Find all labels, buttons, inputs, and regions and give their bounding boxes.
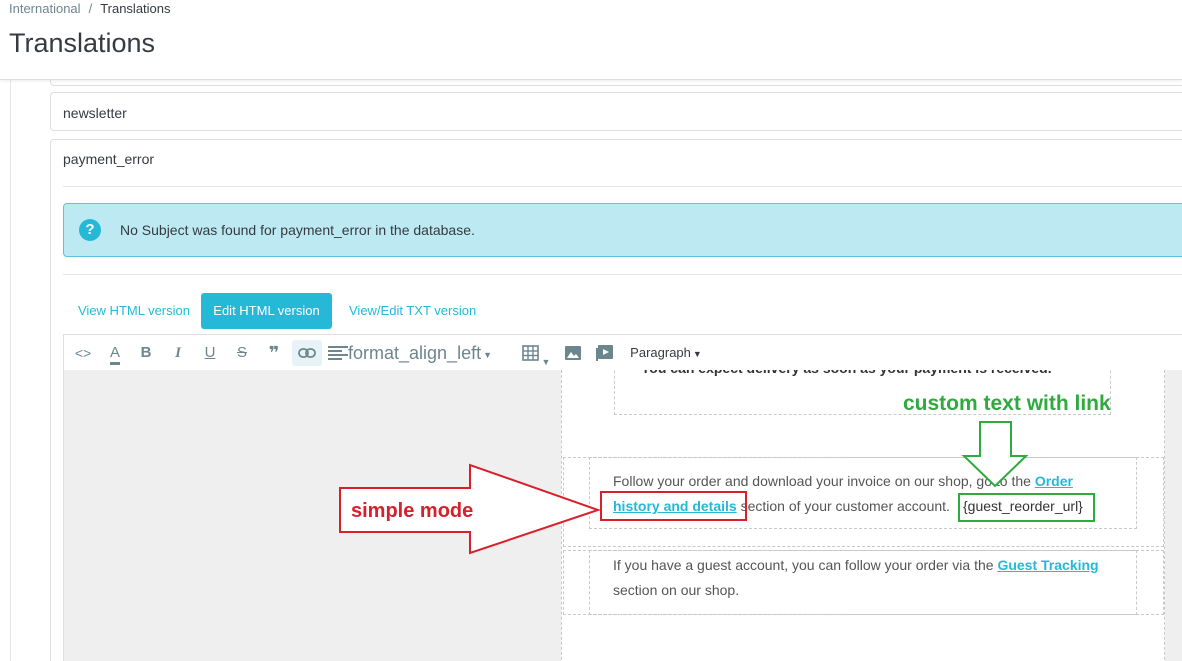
annotation-red-highlight: [600, 491, 747, 521]
breadcrumb-separator: /: [88, 1, 93, 16]
breadcrumb-current: Translations: [100, 1, 171, 16]
annotation-simple-mode: simple mode: [351, 500, 474, 522]
page-header: International / Translations Translations: [0, 0, 1182, 80]
annotation-custom-text: custom text with link: [903, 392, 1111, 415]
breadcrumb: International / Translations: [9, 1, 171, 16]
annotation-green-highlight: [958, 493, 1095, 522]
annotation-overlay: [339, 421, 1029, 555]
breadcrumb-parent[interactable]: International: [9, 1, 81, 16]
green-arrow-shape: [961, 421, 1029, 488]
page-title: Translations: [9, 28, 156, 58]
